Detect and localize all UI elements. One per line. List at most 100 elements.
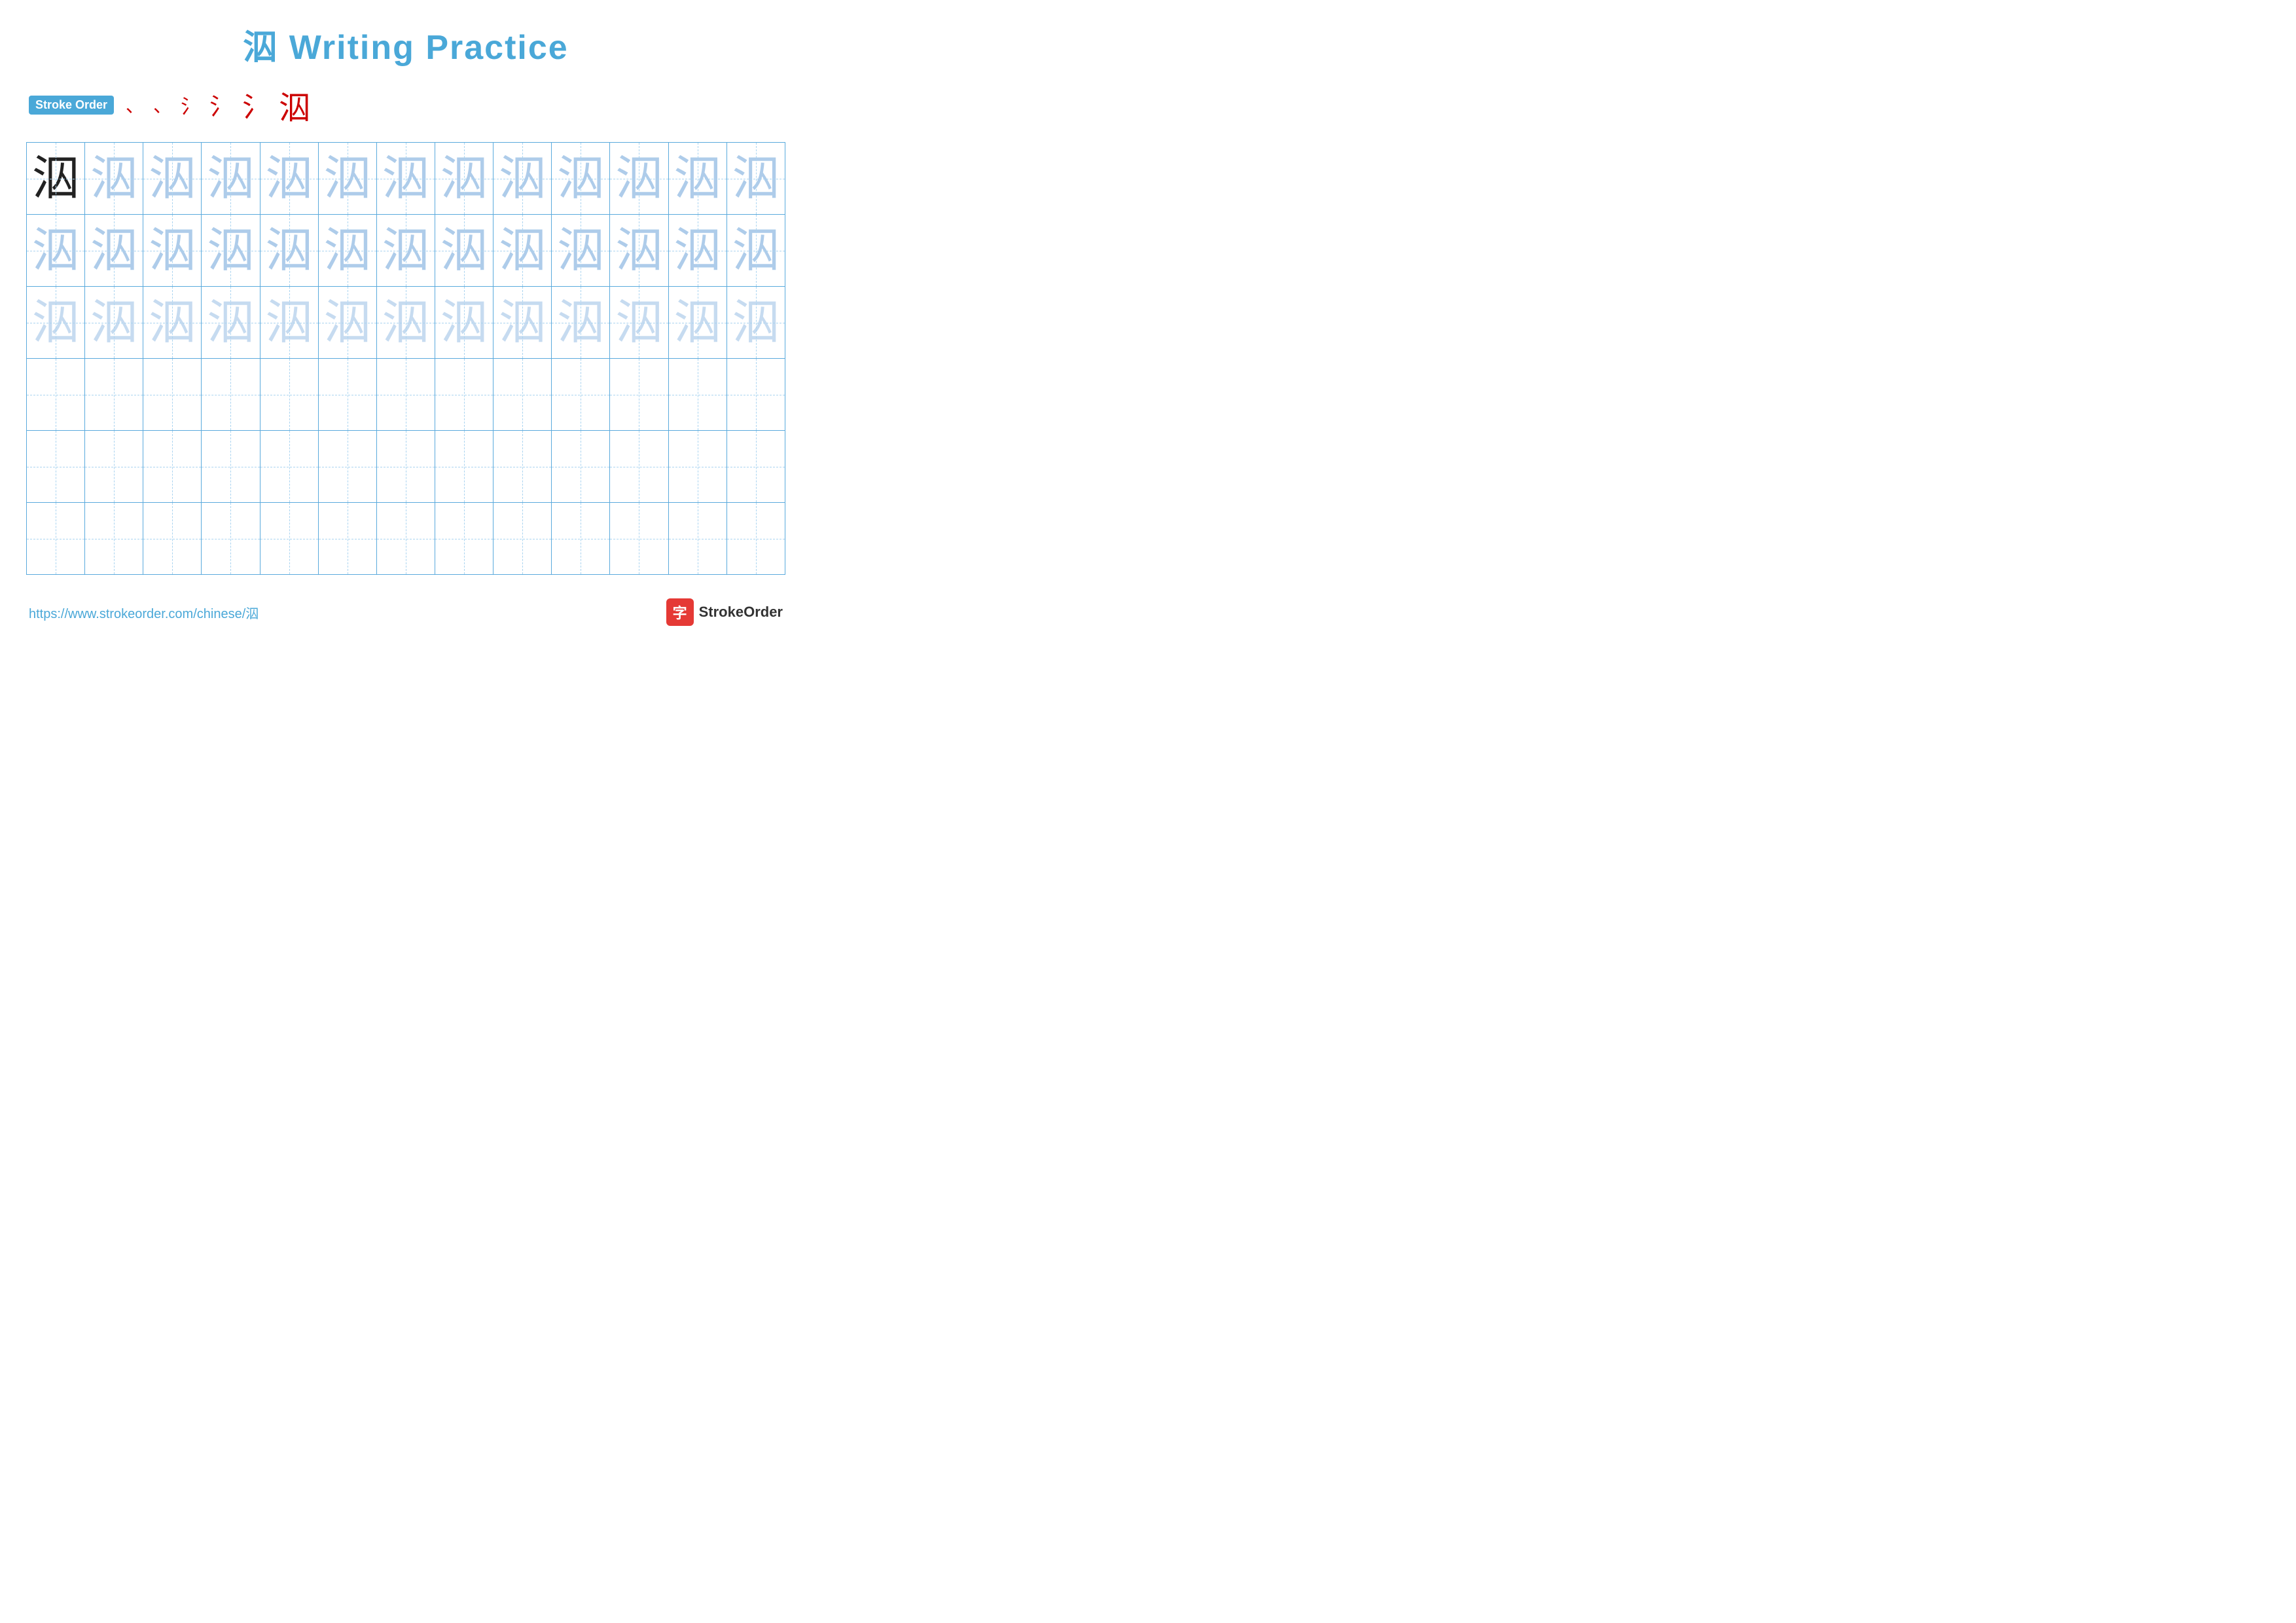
grid-cell[interactable]: 泅 bbox=[552, 215, 610, 287]
stroke-step-4: 氵 bbox=[209, 88, 233, 122]
grid-cell[interactable] bbox=[610, 503, 668, 575]
grid-cell[interactable]: 泅 bbox=[610, 143, 668, 215]
grid-cell[interactable] bbox=[376, 503, 435, 575]
char-light: 泅 bbox=[90, 153, 137, 205]
grid-cell[interactable]: 泅 bbox=[552, 287, 610, 359]
grid-cell[interactable] bbox=[202, 503, 260, 575]
grid-cell[interactable]: 泅 bbox=[85, 287, 143, 359]
char-light: 泅 bbox=[674, 297, 721, 349]
grid-cell[interactable]: 泅 bbox=[143, 215, 202, 287]
grid-cell[interactable]: 泅 bbox=[493, 215, 552, 287]
grid-cell[interactable]: 泅 bbox=[435, 287, 493, 359]
char-light: 泅 bbox=[324, 225, 371, 277]
grid-cell[interactable]: 泅 bbox=[668, 287, 726, 359]
grid-cell[interactable] bbox=[552, 503, 610, 575]
char-dark: 泅 bbox=[32, 153, 79, 205]
grid-cell[interactable] bbox=[668, 359, 726, 431]
grid-cell[interactable] bbox=[85, 503, 143, 575]
grid-cell[interactable] bbox=[85, 431, 143, 503]
grid-cell[interactable]: 泅 bbox=[376, 287, 435, 359]
grid-cell[interactable]: 泅 bbox=[376, 215, 435, 287]
grid-cell[interactable]: 泅 bbox=[493, 143, 552, 215]
grid-cell[interactable] bbox=[435, 503, 493, 575]
char-light: 泅 bbox=[149, 297, 196, 349]
grid-cell[interactable]: 泅 bbox=[610, 215, 668, 287]
grid-cell[interactable]: 泅 bbox=[668, 215, 726, 287]
char-light: 泅 bbox=[615, 225, 662, 277]
grid-cell[interactable] bbox=[726, 359, 785, 431]
grid-cell[interactable] bbox=[318, 503, 376, 575]
grid-cell[interactable]: 泅 bbox=[27, 143, 85, 215]
grid-cell[interactable] bbox=[552, 431, 610, 503]
grid-cell[interactable] bbox=[668, 431, 726, 503]
grid-cell[interactable] bbox=[493, 503, 552, 575]
grid-cell[interactable]: 泅 bbox=[493, 287, 552, 359]
grid-cell[interactable] bbox=[202, 431, 260, 503]
stroke-step-6: 泅 bbox=[279, 82, 310, 128]
grid-cell[interactable] bbox=[435, 431, 493, 503]
grid-cell[interactable] bbox=[260, 503, 318, 575]
grid-cell[interactable]: 泅 bbox=[668, 143, 726, 215]
grid-cell[interactable]: 泅 bbox=[85, 215, 143, 287]
char-light: 泅 bbox=[382, 153, 429, 205]
grid-cell[interactable] bbox=[318, 431, 376, 503]
grid-cell[interactable] bbox=[143, 431, 202, 503]
grid-cell[interactable]: 泅 bbox=[726, 143, 785, 215]
grid-cell[interactable] bbox=[318, 359, 376, 431]
grid-cell[interactable]: 泅 bbox=[202, 143, 260, 215]
grid-cell[interactable]: 泅 bbox=[85, 143, 143, 215]
char-light: 泅 bbox=[440, 225, 488, 277]
grid-cell[interactable] bbox=[552, 359, 610, 431]
footer: https://www.strokeorder.com/chinese/泅 字 … bbox=[26, 598, 785, 626]
grid-cell[interactable]: 泅 bbox=[318, 215, 376, 287]
grid-cell[interactable]: 泅 bbox=[143, 143, 202, 215]
grid-cell[interactable]: 泅 bbox=[318, 143, 376, 215]
grid-cell[interactable] bbox=[376, 359, 435, 431]
grid-cell[interactable] bbox=[202, 359, 260, 431]
char-light: 泅 bbox=[557, 297, 604, 349]
grid-cell[interactable]: 泅 bbox=[143, 287, 202, 359]
grid-cell[interactable]: 泅 bbox=[610, 287, 668, 359]
grid-cell[interactable] bbox=[610, 431, 668, 503]
grid-cell[interactable]: 泅 bbox=[435, 143, 493, 215]
grid-cell[interactable] bbox=[726, 503, 785, 575]
grid-cell[interactable] bbox=[260, 431, 318, 503]
grid-cell[interactable] bbox=[85, 359, 143, 431]
grid-cell[interactable]: 泅 bbox=[202, 287, 260, 359]
grid-cell[interactable]: 泅 bbox=[260, 287, 318, 359]
brand-icon: 字 bbox=[666, 598, 694, 626]
grid-cell[interactable] bbox=[493, 359, 552, 431]
footer-url[interactable]: https://www.strokeorder.com/chinese/泅 bbox=[29, 603, 259, 622]
char-light: 泅 bbox=[324, 297, 371, 349]
grid-cell[interactable] bbox=[260, 359, 318, 431]
grid-cell[interactable]: 泅 bbox=[318, 287, 376, 359]
grid-cell[interactable] bbox=[143, 359, 202, 431]
grid-cell[interactable] bbox=[435, 359, 493, 431]
grid-cell[interactable] bbox=[376, 431, 435, 503]
grid-cell[interactable] bbox=[726, 431, 785, 503]
grid-cell[interactable]: 泅 bbox=[260, 143, 318, 215]
grid-cell[interactable] bbox=[493, 431, 552, 503]
char-light: 泅 bbox=[557, 153, 604, 205]
grid-cell[interactable]: 泅 bbox=[726, 215, 785, 287]
grid-cell[interactable]: 泅 bbox=[726, 287, 785, 359]
grid-cell[interactable]: 泅 bbox=[376, 143, 435, 215]
grid-cell[interactable]: 泅 bbox=[435, 215, 493, 287]
char-light: 泅 bbox=[266, 297, 313, 349]
grid-cell[interactable] bbox=[27, 359, 85, 431]
char-light: 泅 bbox=[207, 225, 254, 277]
grid-cell[interactable] bbox=[27, 503, 85, 575]
grid-cell[interactable]: 泅 bbox=[260, 215, 318, 287]
grid-cell[interactable]: 泅 bbox=[202, 215, 260, 287]
char-light: 泅 bbox=[90, 225, 137, 277]
grid-cell[interactable] bbox=[668, 503, 726, 575]
grid-cell[interactable] bbox=[610, 359, 668, 431]
page-title: 泅 Writing Practice bbox=[26, 20, 785, 69]
grid-cell[interactable]: 泅 bbox=[27, 215, 85, 287]
char-light: 泅 bbox=[266, 225, 313, 277]
grid-cell[interactable] bbox=[27, 431, 85, 503]
grid-row-5 bbox=[27, 431, 785, 503]
grid-cell[interactable]: 泅 bbox=[27, 287, 85, 359]
grid-cell[interactable] bbox=[143, 503, 202, 575]
grid-cell[interactable]: 泅 bbox=[552, 143, 610, 215]
